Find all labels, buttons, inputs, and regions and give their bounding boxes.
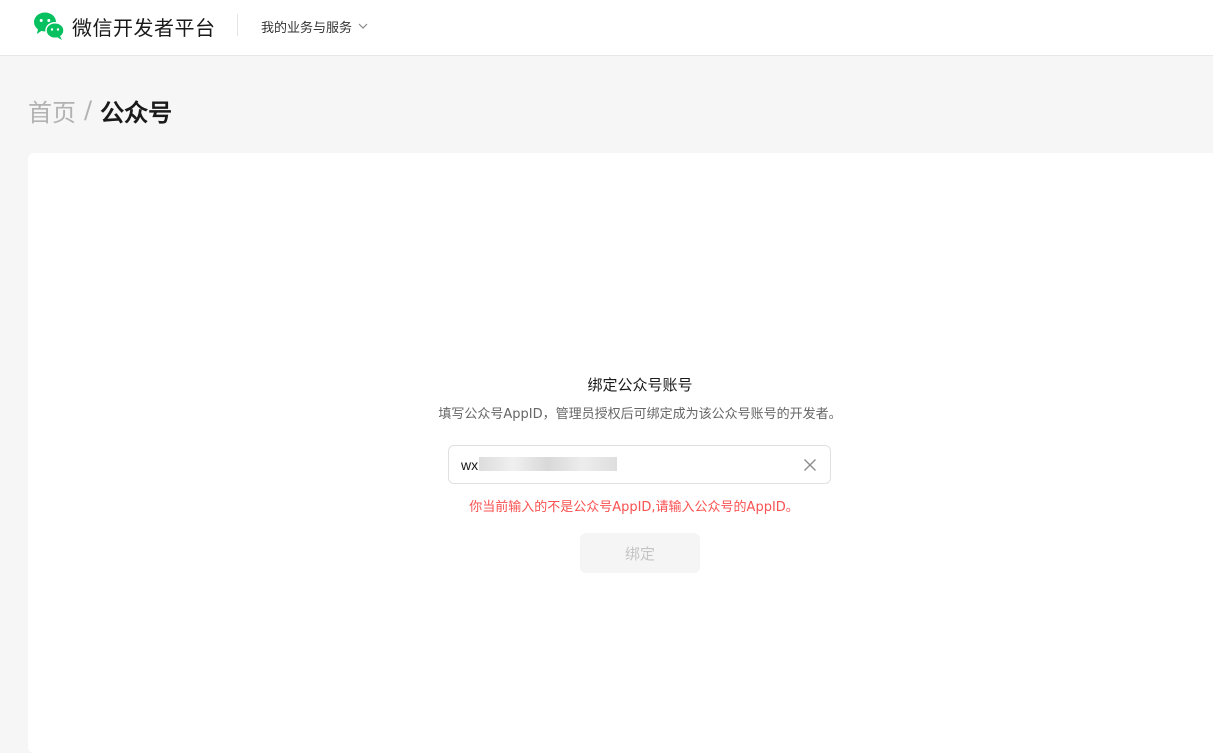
brand-logo-link[interactable]: 微信开发者平台 <box>33 11 216 41</box>
breadcrumb-home-link[interactable]: 首页 <box>28 93 76 128</box>
breadcrumb-current: 公众号 <box>100 98 173 127</box>
top-navbar: 微信开发者平台 我的业务与服务 <box>0 0 1213 56</box>
bind-form-title: 绑定公众号账号 <box>587 376 693 394</box>
close-icon[interactable] <box>803 458 817 472</box>
bind-button[interactable]: 绑定 <box>580 533 700 573</box>
wechat-logo-icon <box>34 12 65 40</box>
my-business-menu[interactable]: 我的业务与服务 <box>261 16 368 36</box>
brand-title: 微信开发者平台 <box>72 15 216 40</box>
chevron-down-icon <box>358 23 368 29</box>
breadcrumb: 首页 / 公众号 <box>28 93 172 127</box>
breadcrumb-separator: / <box>84 96 93 124</box>
appid-error-message: 你当前输入的不是公众号AppID,请输入公众号的AppID。 <box>469 500 799 515</box>
my-business-menu-label: 我的业务与服务 <box>261 20 353 36</box>
redacted-appid-overlay <box>479 457 617 471</box>
header-divider <box>237 14 238 36</box>
bind-form-description: 填写公众号AppID，管理员授权后可绑定成为该公众号账号的开发者。 <box>438 407 842 422</box>
appid-input-container <box>448 445 831 484</box>
